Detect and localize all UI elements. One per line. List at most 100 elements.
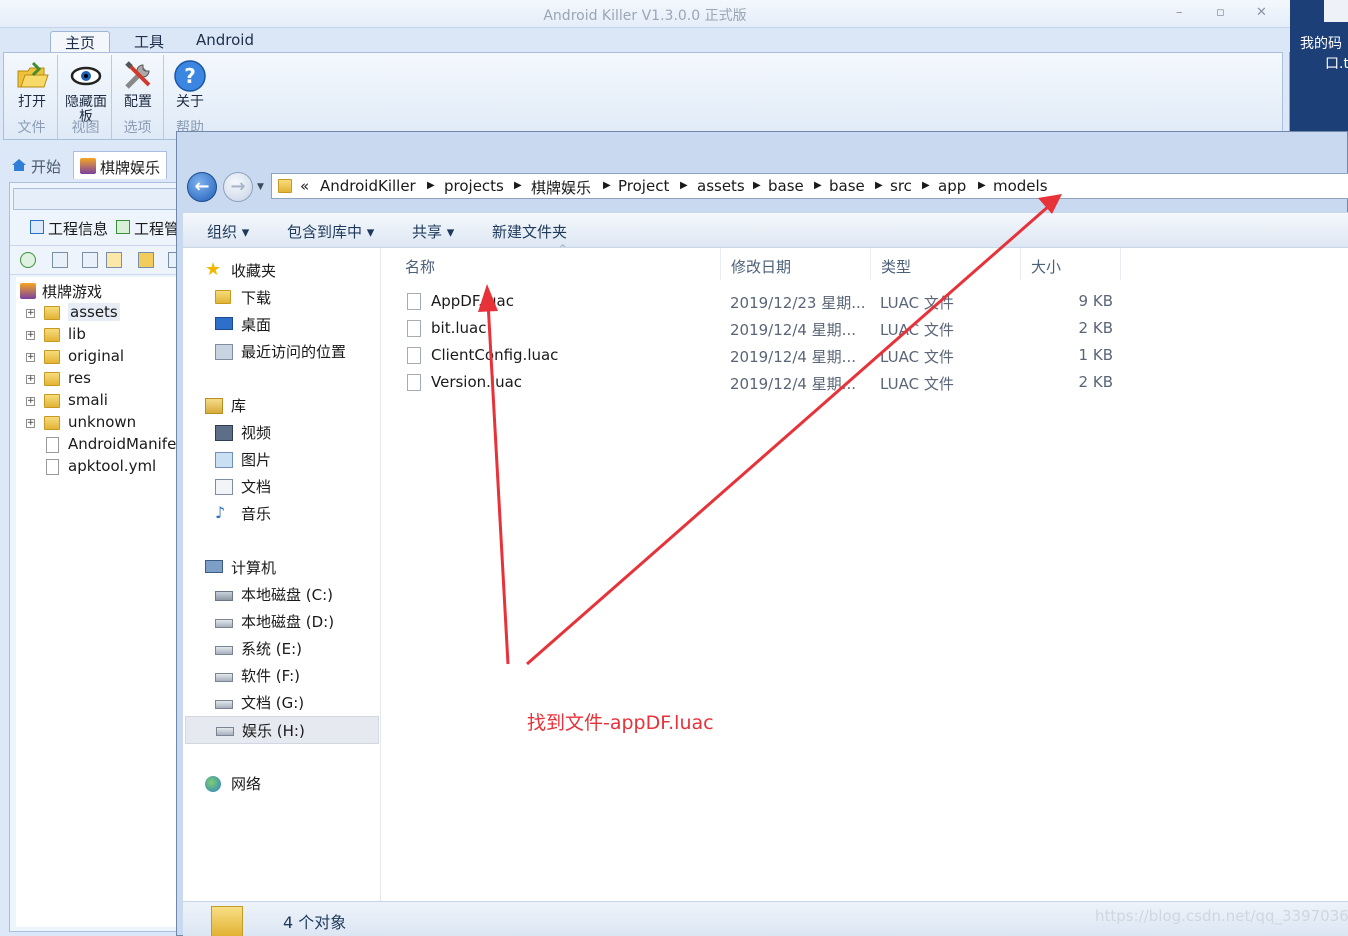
- nav-network[interactable]: 网络: [205, 773, 261, 797]
- tab-home[interactable]: 主页: [50, 31, 111, 52]
- recent-locations-dropdown-icon[interactable]: ▼: [257, 182, 264, 192]
- nav-videos[interactable]: 视频: [215, 422, 271, 446]
- tab-project-info[interactable]: 工程信息: [30, 218, 108, 239]
- breadcrumb-separator-icon[interactable]: ▶: [875, 180, 883, 191]
- nav-favorites[interactable]: ★ 收藏夹: [205, 260, 276, 284]
- file-row[interactable]: Version.luac 2019/12/4 星期... LUAC 文件 2 K…: [403, 370, 1343, 396]
- nav-drive-h[interactable]: 娱乐 (H:): [185, 716, 379, 744]
- expand-icon[interactable]: +: [26, 331, 35, 340]
- breadcrumb-base-2[interactable]: base: [829, 177, 865, 195]
- tab-project[interactable]: 棋牌娱乐: [73, 151, 168, 179]
- nav-recent[interactable]: 最近访问的位置: [215, 341, 346, 365]
- include-in-library-button[interactable]: 包含到库中 ▾: [287, 221, 374, 242]
- expand-icon[interactable]: +: [26, 353, 35, 362]
- breadcrumb-src[interactable]: src: [890, 177, 912, 195]
- forward-button[interactable]: →: [223, 172, 253, 202]
- breadcrumb-projects[interactable]: projects: [444, 177, 504, 195]
- open-button[interactable]: 打开: [9, 57, 55, 121]
- window-icon[interactable]: [82, 252, 98, 268]
- file-row[interactable]: bit.luac 2019/12/4 星期... LUAC 文件 2 KB: [403, 316, 1343, 342]
- file-row[interactable]: ClientConfig.luac 2019/12/4 星期... LUAC 文…: [403, 343, 1343, 369]
- nav-pictures[interactable]: 图片: [215, 449, 271, 473]
- breadcrumb-app[interactable]: app: [938, 177, 966, 195]
- tree-item-res[interactable]: + res: [16, 369, 91, 391]
- share-button[interactable]: 共享 ▾: [412, 221, 454, 242]
- breadcrumb-separator-icon[interactable]: ▶: [680, 180, 688, 191]
- background-text-line1: 我的码: [1300, 36, 1342, 52]
- tree-item-original[interactable]: + original: [16, 347, 124, 369]
- expand-icon[interactable]: +: [26, 309, 35, 318]
- expand-icon[interactable]: +: [26, 375, 35, 384]
- nav-drive-d[interactable]: 本地磁盘 (D:): [215, 611, 334, 635]
- folder-icon: [44, 394, 60, 408]
- column-name[interactable]: 名称 ^: [395, 244, 721, 280]
- tree-root[interactable]: 棋牌游戏: [18, 281, 102, 303]
- breadcrumb-separator-icon[interactable]: ▶: [922, 180, 930, 191]
- nav-computer[interactable]: 计算机: [205, 557, 276, 581]
- group-file-label: 文件: [17, 120, 46, 136]
- folder-icon[interactable]: [138, 252, 154, 268]
- about-button[interactable]: ? 关于: [167, 57, 213, 121]
- address-bar[interactable]: « AndroidKiller ▶ projects ▶ 棋牌娱乐 ▶ Proj…: [271, 173, 1348, 199]
- nav-documents[interactable]: 文档: [215, 476, 271, 500]
- breadcrumb-separator-icon[interactable]: ▶: [753, 180, 761, 191]
- expand-icon[interactable]: +: [26, 397, 35, 406]
- hide-panel-button[interactable]: 隐藏面板: [63, 57, 109, 125]
- nav-drive-e[interactable]: 系统 (E:): [215, 638, 302, 662]
- tree-item-manifest[interactable]: AndroidManifest.xml: [16, 435, 180, 457]
- nav-drive-c[interactable]: 本地磁盘 (C:): [215, 584, 333, 608]
- tree-item-label: res: [68, 369, 91, 387]
- nav-desktop[interactable]: 桌面: [215, 314, 271, 338]
- file-date: 2019/12/4 星期...: [730, 375, 856, 393]
- minimize-icon[interactable]: –: [1176, 5, 1183, 20]
- file-size: 2 KB: [1078, 319, 1113, 337]
- file-row[interactable]: AppDF.luac 2019/12/23 星期... LUAC 文件 9 KB: [403, 289, 1343, 315]
- back-button[interactable]: ←: [187, 172, 217, 202]
- image-icon[interactable]: [52, 252, 68, 268]
- tab-tools[interactable]: 工具: [120, 31, 178, 52]
- tab-project-manager[interactable]: 工程管: [116, 218, 179, 239]
- tree-item-assets[interactable]: + assets: [16, 303, 120, 325]
- breadcrumb-overflow[interactable]: «: [300, 177, 309, 195]
- breadcrumb-project[interactable]: Project: [618, 177, 669, 195]
- breadcrumb-separator-icon[interactable]: ▶: [427, 180, 435, 191]
- tree-item-apktool[interactable]: apktool.yml: [16, 457, 156, 479]
- tree-item-lib[interactable]: + lib: [16, 325, 86, 347]
- breadcrumb-androidkiller[interactable]: AndroidKiller: [320, 177, 416, 195]
- breadcrumb-separator-icon[interactable]: ▶: [514, 180, 522, 191]
- nav-computer-label: 计算机: [231, 559, 277, 577]
- project-toolbar: [10, 245, 184, 275]
- maximize-icon[interactable]: ▫: [1216, 5, 1225, 20]
- nav-drive-e-label: 系统 (E:): [241, 640, 303, 658]
- nav-music[interactable]: ♪ 音乐: [215, 503, 271, 527]
- file-name: ClientConfig.luac: [431, 346, 559, 364]
- breadcrumb-separator-icon[interactable]: ▶: [603, 180, 611, 191]
- new-folder-button[interactable]: 新建文件夹: [492, 221, 567, 242]
- breadcrumb-assets[interactable]: assets: [697, 177, 745, 195]
- nav-drive-f[interactable]: 软件 (F:): [215, 665, 300, 689]
- breadcrumb-base-1[interactable]: base: [768, 177, 804, 195]
- tree-item-unknown[interactable]: + unknown: [16, 413, 136, 435]
- refresh-icon[interactable]: [20, 252, 36, 268]
- column-type[interactable]: 类型: [871, 248, 1021, 280]
- project-search-input[interactable]: [13, 188, 183, 210]
- nav-libraries[interactable]: 库: [205, 395, 246, 419]
- explorer-navbar: ← → ▼ « AndroidKiller ▶ projects ▶ 棋牌娱乐 …: [177, 160, 1348, 212]
- nav-drive-g[interactable]: 文档 (G:): [215, 692, 304, 716]
- breadcrumb-models[interactable]: models: [993, 177, 1048, 195]
- column-size[interactable]: 大小: [1021, 248, 1121, 280]
- breadcrumb-separator-icon[interactable]: ▶: [978, 180, 986, 191]
- close-icon[interactable]: ✕: [1256, 5, 1267, 20]
- organize-button[interactable]: 组织 ▾: [207, 221, 249, 242]
- column-name-label: 名称: [405, 258, 436, 276]
- tab-android[interactable]: Android: [182, 31, 268, 52]
- breadcrumb-qipai[interactable]: 棋牌娱乐: [531, 177, 591, 198]
- expand-icon[interactable]: +: [26, 419, 35, 428]
- tree-item-smali[interactable]: + smali: [16, 391, 108, 413]
- breadcrumb-separator-icon[interactable]: ▶: [814, 180, 822, 191]
- search-folder-icon[interactable]: [106, 252, 122, 268]
- column-date-modified[interactable]: 修改日期: [721, 248, 871, 280]
- tab-start[interactable]: 开始: [3, 151, 67, 179]
- nav-downloads[interactable]: 下载: [215, 287, 271, 311]
- config-button[interactable]: 配置: [115, 57, 161, 121]
